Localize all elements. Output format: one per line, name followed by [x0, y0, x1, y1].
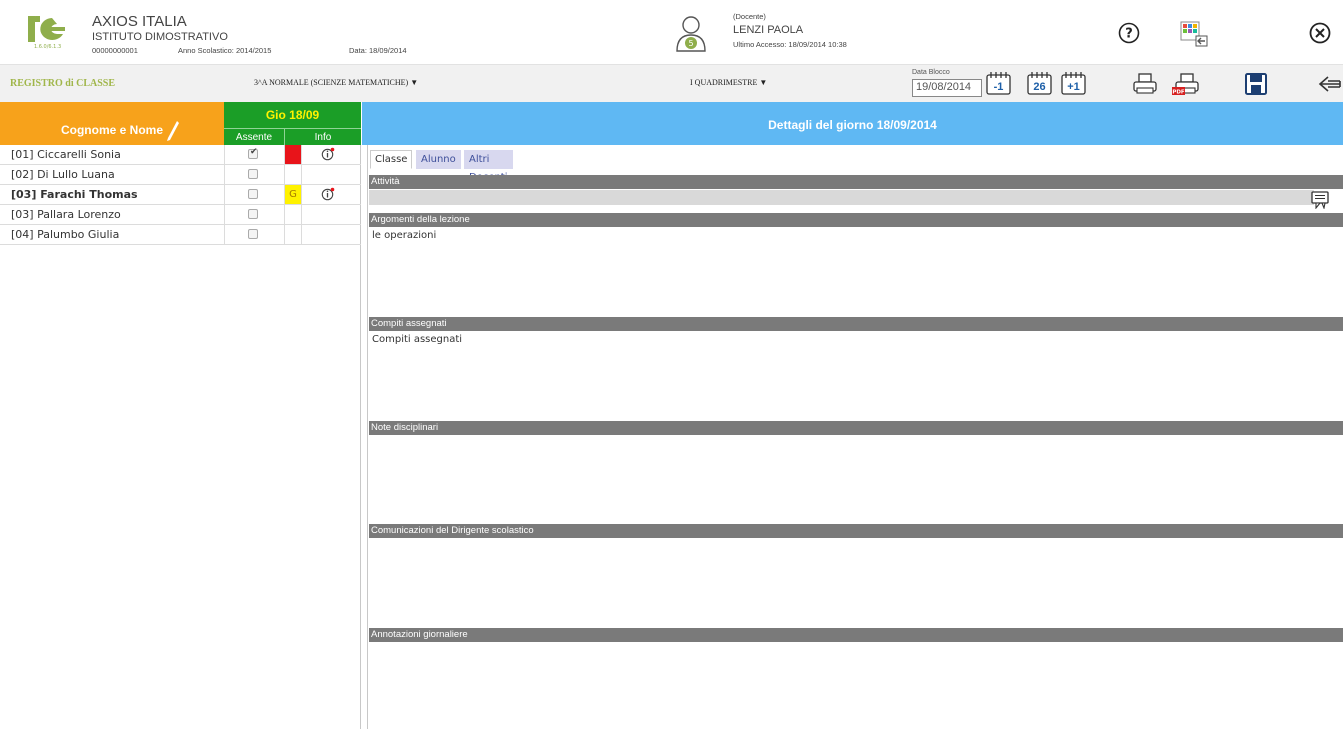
student-name: [04] Palumbo Giulia	[11, 228, 120, 241]
block-date-input[interactable]: 19/08/2014	[912, 79, 982, 97]
user-name: LENZI PAOLA	[733, 24, 804, 36]
student-name: [02] Di Lullo Luana	[11, 168, 115, 181]
back-arrow-icon[interactable]	[1318, 75, 1342, 97]
chevron-down-icon: ▼	[759, 78, 768, 87]
attendance-status-cell[interactable]	[285, 225, 302, 244]
print-icon[interactable]	[1132, 73, 1158, 99]
attendance-status-cell[interactable]	[285, 145, 302, 164]
absent-checkbox[interactable]	[248, 209, 258, 219]
student-row[interactable]: [02] Di Lullo Luana	[0, 165, 361, 185]
school-code: 00000000001	[92, 46, 138, 55]
students-panel: Cognome e Nome Gio 18/09 Assente Info [0…	[0, 102, 361, 729]
student-row[interactable]: [03] Pallara Lorenzo	[0, 205, 361, 225]
note-textarea[interactable]	[369, 435, 1343, 523]
attendance-status-cell[interactable]: G	[285, 185, 302, 204]
attendance-status-cell[interactable]	[285, 165, 302, 184]
pdf-badge: PDF	[1172, 90, 1185, 96]
school-year: Anno Scolastico: 2014/2015	[178, 46, 272, 55]
chevron-down-icon: ▼	[410, 78, 419, 87]
tab-altri-docenti[interactable]: Altri Docenti	[464, 150, 513, 183]
student-name: [03] Pallara Lorenzo	[11, 208, 121, 221]
info-cell	[302, 165, 361, 184]
register-toolbar: REGISTRO di CLASSE 3^A NORMALE (SCIENZE …	[0, 64, 1343, 102]
student-row[interactable]: [03] Farachi Thomas G	[0, 185, 361, 205]
school-type: ISTITUTO DIMOSTRATIVO	[92, 31, 228, 43]
tab-classe[interactable]: Classe	[370, 150, 413, 169]
absent-checkbox[interactable]	[248, 147, 258, 159]
absent-checkbox[interactable]	[248, 189, 258, 199]
details-content: Classe Alunno Altri Docenti Attività Arg…	[367, 145, 1343, 729]
period-select[interactable]: I QUADRIMESTRE ▼	[690, 78, 767, 87]
attendance-status-cell[interactable]	[285, 205, 302, 224]
absent-checkbox[interactable]	[248, 169, 258, 179]
info-icon[interactable]	[321, 147, 335, 164]
class-select[interactable]: 3^A NORMALE (SCIENZE MATEMATICHE) ▼	[254, 78, 418, 87]
user-avatar-icon[interactable]: 5	[674, 14, 708, 54]
name-column-label: Cognome e Nome	[60, 123, 163, 137]
svg-text:?: ?	[1125, 27, 1133, 42]
user-role: (Docente)	[733, 12, 766, 21]
calendar-next-icon[interactable]: +1	[1060, 70, 1088, 100]
absent-column-header: Assente	[224, 128, 285, 145]
tab-alunno[interactable]: Alunno	[416, 150, 461, 169]
attivita-field[interactable]	[369, 190, 1314, 205]
calendar-prev-icon[interactable]: -1	[985, 70, 1013, 100]
absent-checkbox[interactable]	[248, 229, 258, 239]
info-cell	[302, 205, 361, 224]
current-date: Data: 18/09/2014	[349, 46, 407, 55]
block-date-label: Data Blocco	[912, 69, 950, 76]
section-comunicazioni: Comunicazioni del Dirigente scolastico	[369, 524, 1343, 538]
calendar-today-icon[interactable]: 26	[1026, 70, 1054, 100]
day-details-title: Dettagli del giorno 18/09/2014	[362, 102, 1343, 145]
print-pdf-icon[interactable]: PDF	[1172, 73, 1202, 101]
register-title: REGISTRO di CLASSE	[10, 78, 116, 89]
info-cell	[302, 225, 361, 244]
svg-text:26: 26	[1033, 81, 1045, 93]
compiti-textarea[interactable]: Compiti assegnati	[369, 331, 1343, 419]
student-name: [03] Farachi Thomas	[11, 188, 138, 201]
student-row[interactable]: [01] Ciccarelli Sonia	[0, 145, 361, 165]
period-select-label: I QUADRIMESTRE	[690, 78, 758, 87]
annotazioni-textarea[interactable]	[369, 642, 1343, 729]
save-icon[interactable]	[1245, 73, 1267, 99]
section-argomenti: Argomenti della lezione	[369, 213, 1343, 227]
last-access: Ultimo Accesso: 18/09/2014 10:38	[733, 40, 847, 49]
section-note: Note disciplinari	[369, 421, 1343, 435]
student-row[interactable]: [04] Palumbo Giulia	[0, 225, 361, 245]
comunicazioni-textarea[interactable]	[369, 538, 1343, 626]
info-column-header: Info	[285, 128, 361, 145]
section-compiti: Compiti assegnati	[369, 317, 1343, 331]
close-icon[interactable]	[1309, 22, 1331, 48]
switch-app-icon[interactable]	[1180, 20, 1208, 52]
argomenti-textarea[interactable]: le operazioni	[369, 227, 1343, 316]
student-name: [01] Ciccarelli Sonia	[11, 148, 121, 161]
school-name: AXIOS ITALIA	[92, 13, 187, 30]
app-header: 1.6.0/6.1.3 AXIOS ITALIA ISTITUTO DIMOST…	[0, 0, 1343, 64]
svg-text:-1: -1	[994, 81, 1004, 93]
help-icon[interactable]: ?	[1118, 22, 1140, 48]
info-icon[interactable]	[321, 187, 335, 204]
section-attivita: Attività	[369, 175, 1343, 189]
day-column-header: Gio 18/09	[224, 102, 361, 128]
re-logo: 1.6.0/6.1.3	[24, 14, 76, 54]
name-column-header: Cognome e Nome	[0, 102, 224, 145]
day-details-panel: Dettagli del giorno 18/09/2014 Classe Al…	[362, 102, 1343, 729]
avatar-badge: 5	[688, 39, 693, 48]
comment-icon[interactable]	[1311, 191, 1329, 213]
section-annotazioni: Annotazioni giornaliere	[369, 628, 1343, 642]
version-label: 1.6.0/6.1.3	[34, 44, 62, 50]
class-select-label: 3^A NORMALE (SCIENZE MATEMATICHE)	[254, 78, 409, 87]
svg-text:+1: +1	[1067, 81, 1080, 93]
